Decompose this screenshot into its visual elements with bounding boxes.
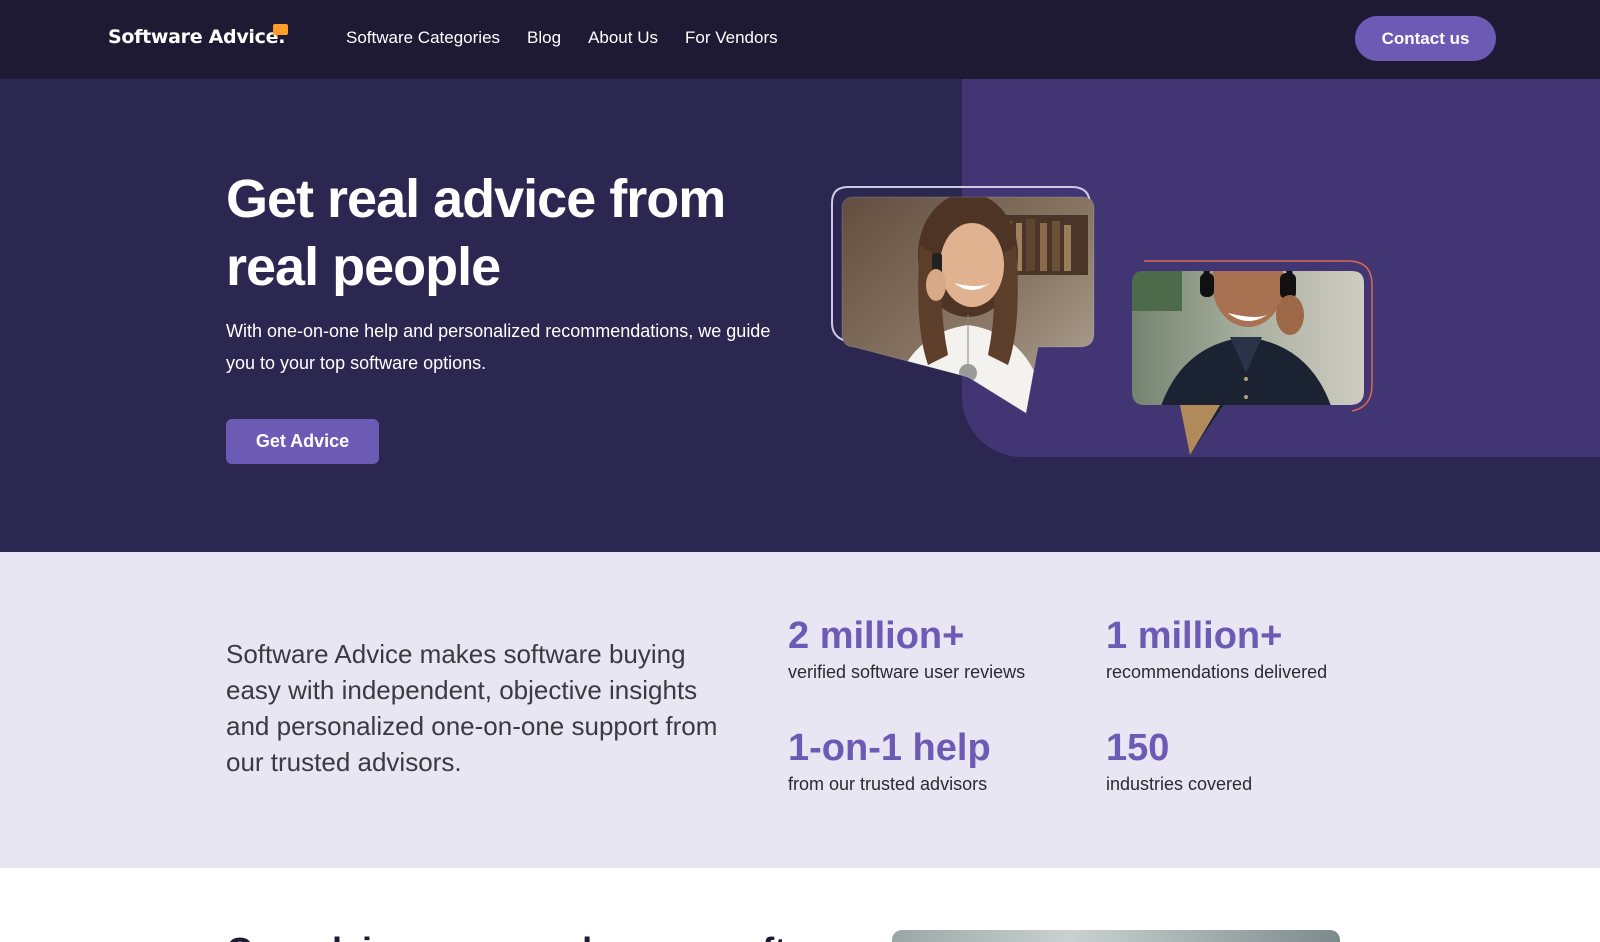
top-navigation: Software Advice. Software Categories Blo… (0, 0, 1600, 79)
stat-label: recommendations delivered (1106, 662, 1328, 682)
advisor-photo-woman (831, 186, 1095, 414)
nav-link-software-categories[interactable]: Software Categories (346, 28, 500, 48)
nav-link-blog[interactable]: Blog (527, 28, 561, 48)
stat-industries: 150 industries covered (1106, 726, 1252, 796)
stat-recommendations: 1 million+ recommendations delivered (1106, 614, 1327, 684)
get-advice-button[interactable]: Get Advice (226, 419, 379, 464)
stat-value: 2 million+ (788, 615, 965, 657)
advisors-heading: Our advisors can make your soft (226, 930, 786, 942)
nav-link-about-us[interactable]: About Us (588, 28, 658, 48)
stat-value: 1 million+ (1106, 615, 1283, 657)
contact-us-button[interactable]: Contact us (1355, 16, 1496, 61)
stat-label: industries covered (1106, 774, 1253, 794)
stat-help: 1-on-1 help from our trusted advisors (788, 726, 991, 796)
stats-section: Software Advice makes software buying ea… (0, 552, 1600, 868)
stat-label: from our trusted advisors (788, 774, 988, 794)
advisors-image (892, 930, 1340, 942)
stat-label: verified software user reviews (788, 662, 1026, 682)
hero-section: Get real advice from real people With on… (0, 79, 1600, 552)
hero-subtitle: With one-on-one help and personalized re… (226, 321, 771, 373)
stat-value: 1-on-1 help (788, 727, 991, 769)
advisors-section: Our advisors can make your soft (0, 868, 1600, 942)
software-advice-logo[interactable]: Software Advice. (108, 24, 288, 48)
nav-links: Software Categories Blog About Us For Ve… (346, 28, 778, 48)
nav-link-for-vendors[interactable]: For Vendors (685, 28, 778, 48)
speech-bubble-icon (273, 24, 288, 37)
logo-text: Software Advice (108, 26, 279, 48)
stats-intro: Software Advice makes software buying ea… (226, 639, 718, 777)
stat-reviews: 2 million+ verified software user review… (788, 614, 1025, 684)
stat-value: 150 (1106, 727, 1170, 769)
hero-title: Get real advice from real people (226, 169, 726, 297)
advisor-photo-man (1132, 260, 1373, 455)
